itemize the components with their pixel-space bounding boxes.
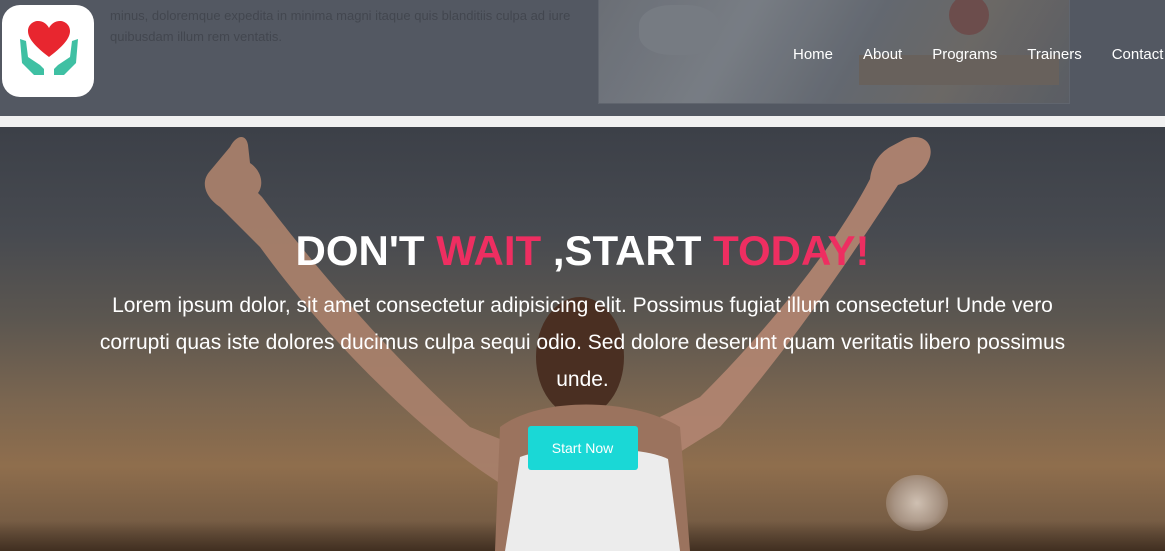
- nav-about[interactable]: About: [863, 46, 902, 63]
- hero-headline: DON'T WAIT ,START TODAY!: [0, 225, 1165, 277]
- headline-part1: DON'T: [295, 227, 437, 274]
- nav-contact[interactable]: Contact: [1112, 46, 1164, 63]
- nav-home[interactable]: Home: [793, 46, 833, 63]
- headline-wait: WAIT: [436, 227, 542, 274]
- hero-section: DON'T WAIT ,START TODAY! Lorem ipsum dol…: [0, 127, 1165, 551]
- hero-description: Lorem ipsum dolor, sit amet consectetur …: [99, 294, 1066, 391]
- nav-trainers[interactable]: Trainers: [1027, 46, 1081, 63]
- headline-part3: ,START: [541, 227, 714, 274]
- start-now-button[interactable]: Start Now: [527, 426, 638, 470]
- site-header: minus, doloremque expedita in minima mag…: [0, 0, 1165, 116]
- logo[interactable]: [2, 5, 94, 97]
- heart-hands-icon: [20, 21, 78, 75]
- main-nav: Home About Programs Trainers Contact: [793, 46, 1165, 63]
- nav-programs[interactable]: Programs: [932, 46, 997, 63]
- header-divider: [0, 116, 1165, 127]
- hero-content: DON'T WAIT ,START TODAY! Lorem ipsum dol…: [0, 225, 1165, 470]
- header-background-text: minus, doloremque expedita in minima mag…: [110, 8, 571, 44]
- headline-today: TODAY!: [713, 227, 870, 274]
